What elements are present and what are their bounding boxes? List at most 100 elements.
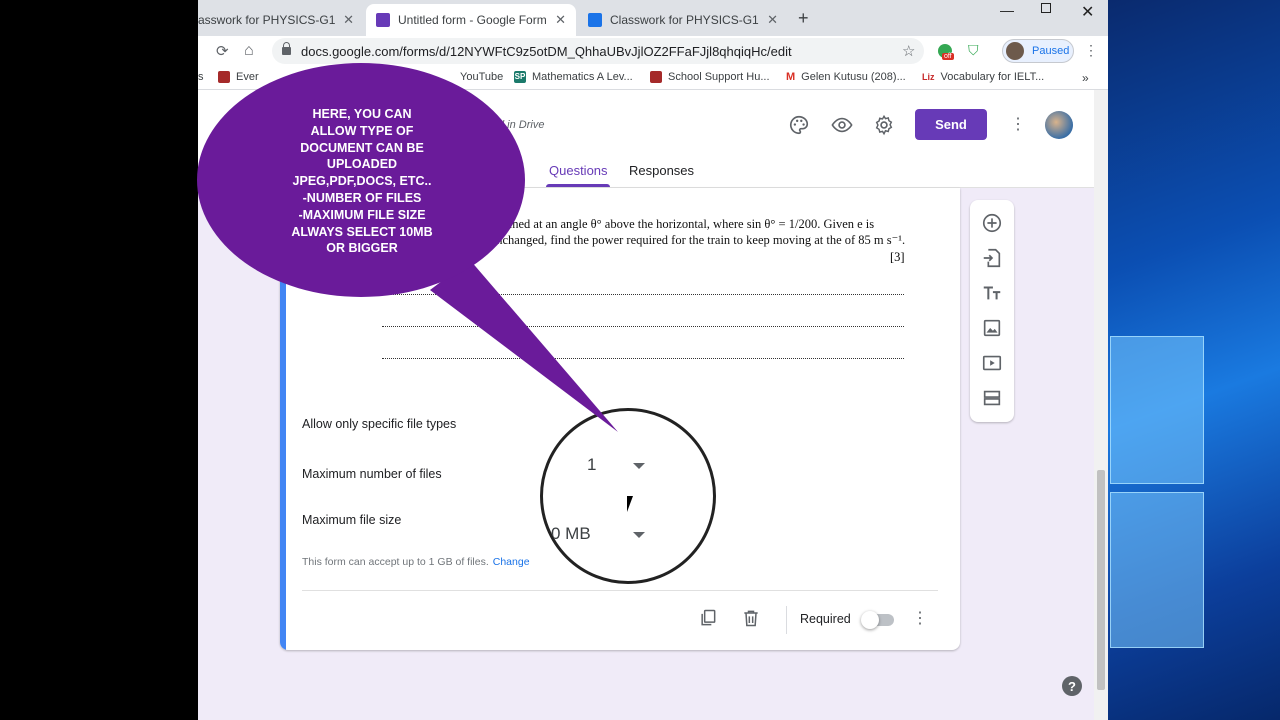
question-image-text: inclined at an angle θ° above the horizo…: [490, 217, 906, 247]
address-bar[interactable]: docs.google.com/forms/d/12NYWFtC9z5otDM_…: [272, 38, 924, 64]
bookmark-item[interactable]: School Support Hu...: [650, 71, 770, 83]
chevron-down-icon[interactable]: [633, 463, 645, 469]
file-quota-text: This form can accept up to 1 GB of files…: [302, 556, 489, 568]
video-icon[interactable]: [981, 352, 1003, 374]
bookmark-item[interactable]: SP Mathematics A Lev...: [514, 71, 633, 83]
windows-desktop-background: [1108, 0, 1280, 720]
saved-in-drive-text: d in Drive: [498, 119, 545, 131]
max-files-value[interactable]: 1: [587, 455, 596, 475]
allow-specific-file-types-label: Allow only specific file types: [302, 417, 457, 431]
floating-question-toolbar: [970, 200, 1014, 422]
bookmark-label: Mathematics A Lev...: [532, 71, 633, 83]
tab-questions[interactable]: Questions: [549, 163, 608, 178]
question-marks: [3]: [890, 250, 905, 264]
profile-paused-button[interactable]: Paused: [1002, 39, 1074, 63]
google-classroom-favicon-icon: [588, 13, 602, 27]
url-text: docs.google.com/forms/d/12NYWFtC9z5otDM_…: [301, 43, 792, 59]
scrollbar-thumb[interactable]: [1097, 470, 1105, 690]
max-file-size-value[interactable]: 0 MB: [551, 524, 591, 544]
liz-icon: Liz: [922, 72, 935, 82]
answer-dotted-line: [382, 358, 904, 359]
delete-icon[interactable]: [741, 608, 761, 628]
windows-logo-pane: [1110, 492, 1204, 648]
settings-gear-icon[interactable]: [873, 114, 895, 136]
bookmark-item[interactable]: Liz Vocabulary for IELT...: [922, 71, 1044, 83]
import-questions-icon[interactable]: [981, 247, 1003, 269]
browser-tab-google-forms[interactable]: Untitled form - Google Forms ✕: [366, 4, 576, 36]
close-icon[interactable]: ✕: [1081, 2, 1094, 22]
max-file-size-label: Maximum file size: [302, 513, 402, 527]
answer-dotted-line: [382, 294, 904, 295]
bookmark-favicon-icon: [218, 71, 230, 83]
add-question-icon[interactable]: [981, 212, 1003, 234]
bookmark-star-icon[interactable]: ☆: [902, 42, 915, 60]
bookmark-item[interactable]: YouTube: [460, 71, 503, 83]
bookmark-label: YouTube: [460, 71, 504, 83]
mouse-cursor-icon: [627, 496, 633, 512]
tab-responses[interactable]: Responses: [629, 163, 694, 178]
max-number-of-files-label: Maximum number of files: [302, 467, 442, 481]
tab-strip: asswork for PHYSICS-G10A A ✕ Untitled fo…: [198, 0, 1108, 36]
toggle-knob: [861, 611, 879, 629]
minimize-icon[interactable]: —: [1000, 2, 1014, 18]
bookmark-favicon-icon: SP: [514, 71, 526, 83]
bookmark-label: Gelen Kutusu (208)...: [801, 71, 906, 83]
bookmark-favicon-icon: [650, 71, 662, 83]
browser-tab-classwork-1[interactable]: asswork for PHYSICS-G10A A ✕: [198, 4, 364, 36]
extension-off-badge: off: [942, 53, 954, 60]
paused-label: Paused: [1032, 45, 1070, 57]
more-vert-icon[interactable]: ⋮: [1010, 114, 1026, 134]
chevron-down-icon[interactable]: [633, 532, 645, 538]
image-icon[interactable]: [981, 317, 1003, 339]
duplicate-icon[interactable]: [698, 608, 718, 628]
shield-extension-icon[interactable]: ⛉: [968, 42, 979, 59]
card-footer-divider: [302, 590, 938, 591]
more-bookmarks-chevron-icon[interactable]: »: [1082, 71, 1089, 85]
callout-text: HERE, YOU CAN ALLOW TYPE OF DOCUMENT CAN…: [291, 107, 433, 256]
send-button[interactable]: Send: [915, 109, 987, 140]
bookmark-label: Vocabulary for IELT...: [940, 71, 1045, 83]
browser-tab-classwork-2[interactable]: Classwork for PHYSICS-G10A A ✕: [578, 4, 788, 36]
footer-vertical-divider: [786, 606, 787, 634]
home-icon[interactable]: ⌂: [244, 42, 254, 60]
close-tab-icon[interactable]: ✕: [343, 12, 354, 28]
google-forms-favicon-icon: [376, 13, 390, 27]
required-label: Required: [800, 612, 851, 626]
browser-toolbar: ⟳ ⌂ docs.google.com/forms/d/12NYWFtC9z5o…: [198, 36, 1108, 66]
section-icon[interactable]: [981, 387, 1003, 409]
bookmark-item[interactable]: s: [198, 71, 204, 83]
bookmark-item[interactable]: M Gelen Kutusu (208)...: [786, 71, 906, 83]
required-toggle[interactable]: [861, 611, 894, 629]
user-avatar[interactable]: [1045, 111, 1073, 139]
palette-icon[interactable]: [788, 114, 810, 136]
profile-avatar: [1006, 42, 1024, 60]
change-quota-link[interactable]: Change: [493, 556, 530, 568]
active-card-accent: [280, 188, 286, 650]
gmail-icon: M: [786, 71, 796, 83]
bookmark-label: Ever: [236, 71, 259, 83]
help-question-icon[interactable]: ?: [1062, 676, 1082, 696]
bookmark-item[interactable]: Ever: [218, 71, 259, 83]
desktop-left-area: [0, 0, 198, 720]
reload-icon[interactable]: ⟳: [216, 42, 229, 60]
file-quota-note: This form can accept up to 1 GB of files…: [302, 556, 530, 568]
bookmarks-bar: s Ever YouTube SP Mathematics A Lev... S…: [198, 66, 1108, 90]
windows-logo-pane: [1110, 336, 1204, 484]
maximize-icon[interactable]: [1041, 3, 1051, 13]
preview-eye-icon[interactable]: [831, 114, 853, 136]
page-scrollbar[interactable]: [1094, 90, 1108, 720]
active-tab-indicator: [546, 184, 610, 187]
lock-icon: [282, 42, 291, 55]
tab-label: asswork for PHYSICS-G10A A: [198, 13, 336, 27]
close-tab-icon[interactable]: ✕: [767, 12, 778, 28]
new-tab-plus-icon[interactable]: +: [798, 8, 809, 29]
answer-dotted-line: [382, 326, 904, 327]
bookmark-label: School Support Hu...: [668, 71, 770, 83]
tab-label: Untitled form - Google Forms: [398, 13, 548, 27]
title-text-icon[interactable]: [981, 282, 1003, 304]
more-vert-icon[interactable]: ⋮: [912, 608, 928, 628]
browser-menu-icon[interactable]: ⋮: [1084, 42, 1098, 59]
close-tab-icon[interactable]: ✕: [555, 12, 566, 28]
bookmark-label: s: [198, 71, 204, 83]
tab-label: Classwork for PHYSICS-G10A A: [610, 13, 759, 27]
